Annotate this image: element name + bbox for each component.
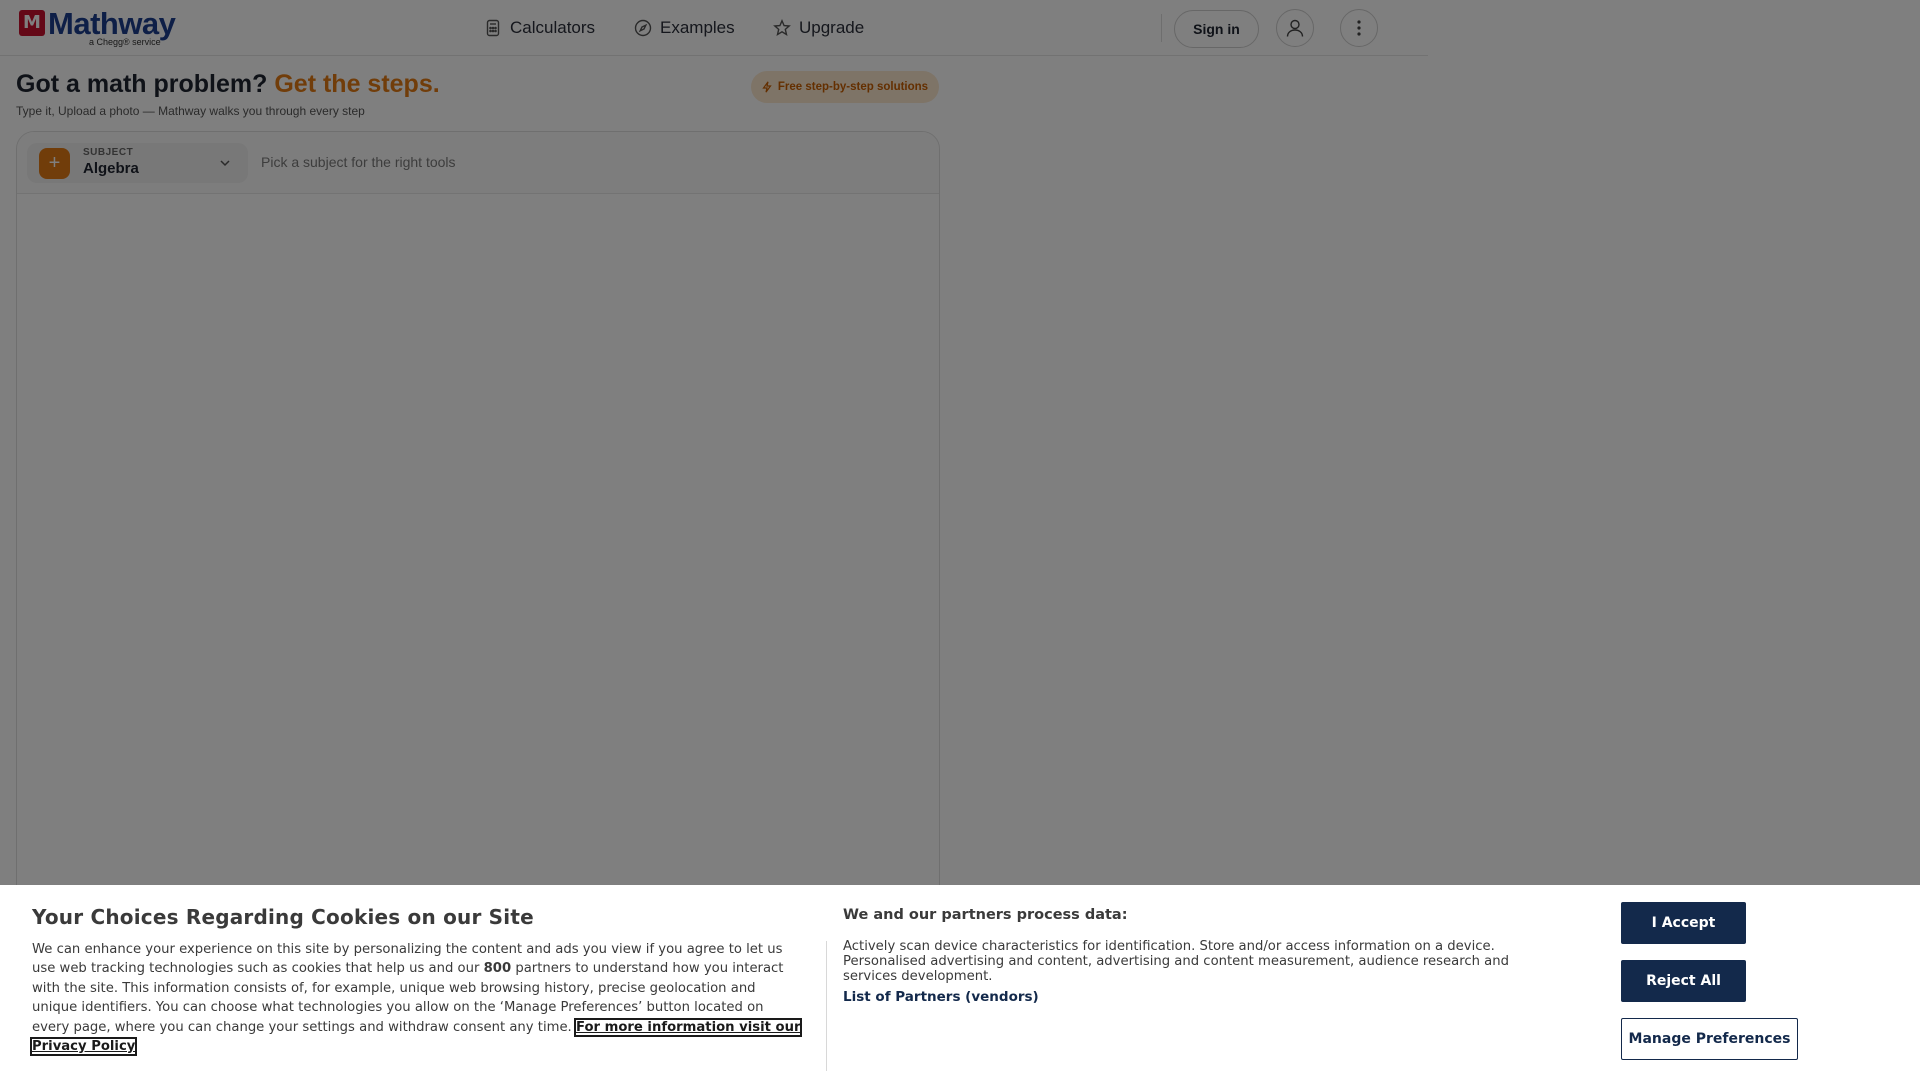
accept-cookies-button[interactable]: I Accept xyxy=(1621,902,1746,944)
reject-all-button[interactable]: Reject All xyxy=(1621,960,1746,1002)
manage-preferences-button[interactable]: Manage Preferences xyxy=(1621,1018,1798,1060)
data-processing-description: Actively scan device characteristics for… xyxy=(843,939,1509,984)
cookie-title: Your Choices Regarding Cookies on our Si… xyxy=(32,905,534,929)
data-processing-title: We and our partners process data: xyxy=(843,907,1128,923)
partner-count: 800 xyxy=(483,961,512,977)
cookie-banner: Your Choices Regarding Cookies on our Si… xyxy=(0,885,1920,1080)
cookie-divider xyxy=(826,941,827,1071)
cookie-description: We can enhance your experience on this s… xyxy=(29,940,803,1057)
partners-list-link[interactable]: List of Partners (vendors) xyxy=(843,989,1039,1005)
